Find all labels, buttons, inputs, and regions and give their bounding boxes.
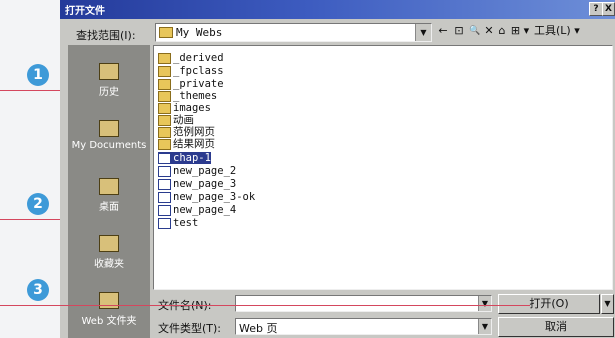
- web-page-icon: [158, 217, 171, 229]
- filetype-label: 文件类型(T):: [158, 322, 222, 335]
- callout-1: 1: [27, 64, 49, 86]
- place-label: 历史: [99, 87, 119, 98]
- delete-button[interactable]: ✕: [483, 23, 495, 39]
- dialog-title: 打开文件: [65, 6, 105, 17]
- list-item[interactable]: _private: [158, 78, 224, 90]
- cancel-button-label: 取消: [545, 320, 567, 333]
- folder-icon: [158, 52, 171, 64]
- my-documents-icon: [99, 120, 119, 137]
- open-file-dialog: 打开文件 ? X 查找范围(I): My Webs ▼ ← ⊡ 🔍 ✕ ⌂ ⊞ …: [60, 0, 615, 338]
- place-history[interactable]: 历史: [68, 63, 150, 98]
- web-page-icon: [158, 165, 171, 177]
- list-item[interactable]: new_page_3-ok: [158, 191, 255, 203]
- chevron-down-icon[interactable]: ▼: [478, 296, 491, 311]
- open-button[interactable]: 打开(O): [498, 294, 600, 314]
- place-web-folders[interactable]: Web 文件夹: [68, 292, 150, 327]
- up-folder-button[interactable]: ⊡: [452, 23, 466, 39]
- place-desktop[interactable]: 桌面: [68, 178, 150, 213]
- place-label: Web 文件夹: [81, 316, 137, 327]
- chevron-down-icon[interactable]: ▼: [478, 319, 491, 334]
- web-page-icon: [158, 178, 171, 190]
- folder-icon: [158, 90, 171, 102]
- close-button[interactable]: X: [602, 2, 615, 16]
- open-button-label: 打开(O): [529, 297, 569, 310]
- list-item[interactable]: 范例网页: [158, 126, 215, 138]
- help-button[interactable]: ?: [589, 2, 603, 16]
- filetype-value: Web 页: [239, 322, 278, 335]
- place-label: 桌面: [99, 202, 119, 213]
- lookin-dropdown[interactable]: My Webs ▼: [155, 23, 432, 42]
- folder-icon: [158, 138, 171, 150]
- folder-icon: [158, 65, 171, 77]
- web-page-icon: [158, 204, 171, 216]
- views-button[interactable]: ⊞ ▾: [509, 23, 531, 39]
- place-my-documents[interactable]: My Documents: [68, 120, 150, 151]
- back-button[interactable]: ←: [436, 23, 450, 39]
- lookin-value: My Webs: [176, 26, 223, 39]
- open-options-button[interactable]: ▼: [601, 294, 614, 314]
- list-item[interactable]: new_page_3: [158, 178, 236, 190]
- list-item[interactable]: 结果网页: [158, 138, 215, 150]
- folder-icon: [158, 102, 171, 114]
- file-list[interactable]: _derived _fpclass _private _themes image…: [153, 45, 613, 290]
- list-item[interactable]: new_page_4: [158, 204, 236, 216]
- list-item[interactable]: new_page_2: [158, 165, 236, 177]
- title-bar: 打开文件 ? X: [60, 0, 615, 19]
- list-item[interactable]: _themes: [158, 90, 217, 102]
- callout-3: 3: [27, 279, 49, 301]
- place-label: My Documents: [71, 140, 147, 151]
- web-page-icon: [158, 191, 171, 203]
- list-item[interactable]: _derived: [158, 52, 224, 64]
- folder-icon: [159, 27, 173, 38]
- list-item-selected[interactable]: chap-1: [158, 152, 211, 164]
- filename-input[interactable]: ▼: [235, 295, 492, 312]
- favorites-icon: [99, 235, 119, 252]
- filetype-dropdown[interactable]: Web 页 ▼: [235, 318, 492, 335]
- new-folder-button[interactable]: ⌂: [496, 23, 508, 39]
- list-item[interactable]: _fpclass: [158, 65, 224, 77]
- lookin-label: 查找范围(I):: [76, 29, 136, 42]
- callout-3-line: [0, 305, 530, 306]
- web-folders-icon: [99, 292, 119, 309]
- callout-2: 2: [27, 193, 49, 215]
- place-label: 收藏夹: [94, 259, 124, 270]
- folder-icon: [158, 114, 171, 126]
- places-bar: 历史 My Documents 桌面 收藏夹 Web 文件夹: [68, 45, 150, 338]
- history-icon: [99, 63, 119, 80]
- search-web-button[interactable]: 🔍: [469, 23, 481, 39]
- list-item[interactable]: test: [158, 217, 198, 229]
- chevron-down-icon[interactable]: ▼: [415, 24, 431, 41]
- cancel-button[interactable]: 取消: [498, 317, 614, 337]
- folder-icon: [158, 78, 171, 90]
- place-favorites[interactable]: 收藏夹: [68, 235, 150, 270]
- desktop-icon: [99, 178, 119, 195]
- list-item[interactable]: images: [158, 102, 211, 114]
- list-item[interactable]: 动画: [158, 114, 194, 126]
- web-page-icon: [158, 152, 171, 164]
- folder-icon: [158, 126, 171, 138]
- tools-menu[interactable]: 工具(L) ▾: [534, 23, 580, 39]
